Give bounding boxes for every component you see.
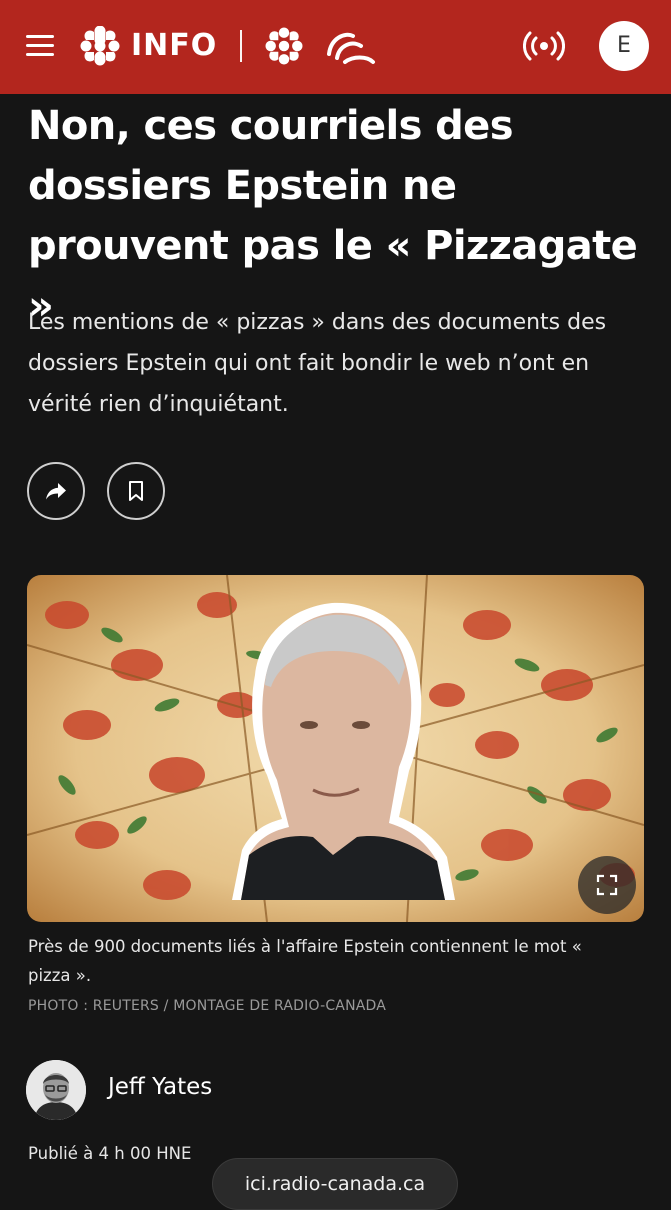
bookmark-icon: [129, 481, 143, 501]
share-button[interactable]: [27, 462, 85, 520]
author-photo: [26, 1060, 86, 1120]
article-hero-image[interactable]: [27, 575, 644, 922]
brand-label[interactable]: INFO: [131, 27, 217, 65]
expand-image-button[interactable]: [578, 856, 636, 914]
cbc-gem-icon[interactable]: [265, 27, 303, 65]
fullscreen-icon: [596, 874, 618, 896]
image-credit: PHOTO : REUTERS / MONTAGE DE RADIO-CANAD…: [28, 998, 387, 1014]
author-name[interactable]: Jeff Yates: [108, 1074, 212, 1100]
menu-icon-line: [26, 44, 54, 47]
article-headline: Non, ces courriels des dossiers Epstein …: [28, 103, 638, 329]
image-caption: Près de 900 documents liés à l'affaire E…: [28, 937, 582, 985]
brand-divider: [240, 30, 242, 62]
author-avatar[interactable]: [26, 1060, 86, 1120]
article-dek: Les mentions de « pizzas » dans des docu…: [28, 310, 607, 417]
menu-icon-line: [26, 53, 54, 56]
bookmark-button[interactable]: [107, 462, 165, 520]
browser-url-bar[interactable]: ici.radio-canada.ca: [212, 1158, 458, 1210]
cbc-gem-icon[interactable]: [80, 26, 120, 66]
pizza-montage-image: [27, 575, 644, 922]
paralympic-logo-icon[interactable]: [323, 24, 377, 68]
menu-icon-line: [26, 35, 54, 38]
top-navigation-bar: INFO E: [0, 0, 671, 94]
published-timestamp: Publié à 4 h 00 HNE: [28, 1144, 192, 1163]
account-avatar-button[interactable]: E: [599, 21, 649, 71]
menu-button[interactable]: [26, 33, 54, 59]
live-broadcast-icon[interactable]: [523, 29, 565, 63]
share-icon: [46, 483, 66, 500]
